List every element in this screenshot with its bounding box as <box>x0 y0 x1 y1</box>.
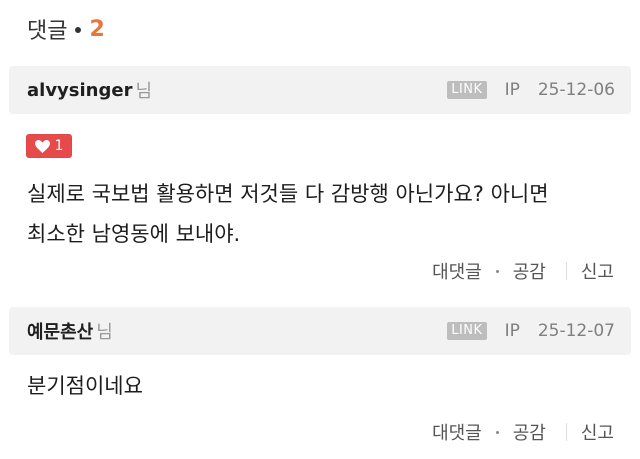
comment-text: 실제로 국보법 활용하면 저것들 다 감방행 아닌가요? 아니면 최소한 남영동… <box>27 174 549 254</box>
comment-text: 분기점이네요 <box>27 366 143 406</box>
link-button[interactable]: LINK <box>447 81 487 99</box>
comment-author: alvysinger 님 <box>27 66 152 114</box>
separator-dot <box>75 27 82 33</box>
comment-actions: 대댓글 공감 신고 <box>432 256 614 286</box>
agree-button[interactable]: 공감 <box>513 258 546 284</box>
comment-text-line: 실제로 국보법 활용하면 저것들 다 감방행 아닌가요? 아니면 <box>27 182 549 206</box>
comments-header: 댓글 2 <box>27 12 105 46</box>
separator-line <box>565 423 567 441</box>
comment-actions: 대댓글 공감 신고 <box>432 417 614 447</box>
ip-label: IP <box>504 80 520 100</box>
comments-count: 2 <box>89 16 105 42</box>
comment-date: 25-12-07 <box>537 321 615 341</box>
comment-meta: LINK IP 25-12-07 <box>447 307 615 355</box>
comment-text-line: 최소한 남영동에 보내야. <box>27 222 241 246</box>
like-count-badge: 1 <box>26 134 72 158</box>
comment-date: 25-12-06 <box>537 80 615 100</box>
report-button[interactable]: 신고 <box>581 419 614 445</box>
agree-button[interactable]: 공감 <box>513 419 546 445</box>
separator-line <box>565 262 567 280</box>
separator-dot <box>495 269 499 273</box>
author-name[interactable]: 예문촌산 <box>27 318 93 344</box>
comment-header: alvysinger 님 LINK IP 25-12-06 <box>9 66 631 114</box>
heart-icon <box>34 139 50 153</box>
reply-button[interactable]: 대댓글 <box>432 258 482 284</box>
link-button[interactable]: LINK <box>447 322 487 340</box>
comment-header: 예문촌산 님 LINK IP 25-12-07 <box>9 307 631 355</box>
report-button[interactable]: 신고 <box>581 258 614 284</box>
ip-label: IP <box>504 321 520 341</box>
author-name[interactable]: alvysinger <box>27 80 132 101</box>
comment-meta: LINK IP 25-12-06 <box>447 66 615 114</box>
author-suffix: 님 <box>96 322 113 343</box>
comment-text-line: 분기점이네요 <box>27 374 143 398</box>
separator-dot <box>495 430 499 434</box>
comments-title: 댓글 <box>27 19 68 44</box>
comment-author: 예문촌산 님 <box>27 307 113 355</box>
reply-button[interactable]: 대댓글 <box>432 419 482 445</box>
author-suffix: 님 <box>135 81 153 102</box>
like-count: 1 <box>54 138 64 154</box>
